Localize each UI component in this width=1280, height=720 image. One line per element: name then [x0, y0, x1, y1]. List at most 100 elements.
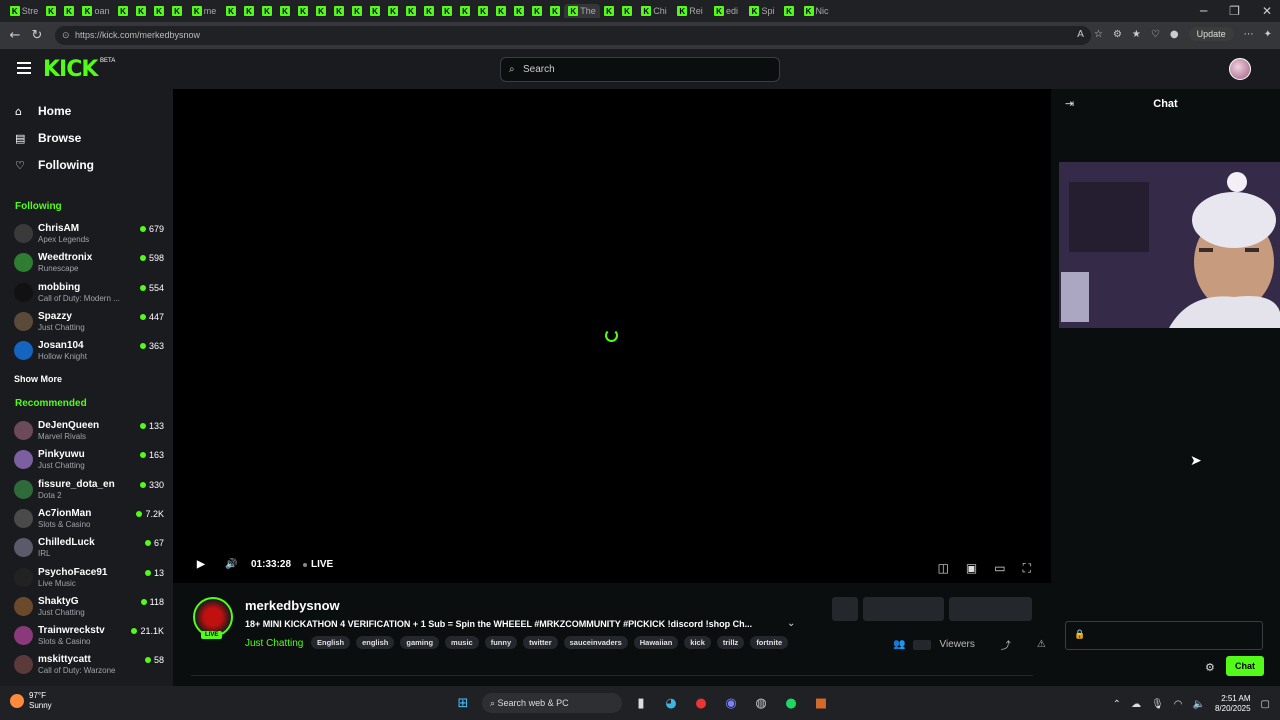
- browser-tab[interactable]: K: [42, 4, 60, 18]
- browser-tab[interactable]: K Rei: [672, 4, 708, 18]
- channel-item[interactable]: ChrisAM Apex Legends 679: [14, 222, 164, 248]
- browser-tab[interactable]: K: [492, 4, 510, 18]
- browser-tab[interactable]: K: [348, 4, 366, 18]
- stream-tag[interactable]: fortnite: [750, 636, 789, 649]
- channel-item[interactable]: Josan104 Hollow Knight 363: [14, 339, 164, 365]
- browser-tab[interactable]: Kedi: [708, 4, 744, 18]
- browser-tab[interactable]: K: [132, 4, 150, 18]
- search-input[interactable]: ⌕ Search: [500, 57, 780, 82]
- browser-tab[interactable]: K: [114, 4, 132, 18]
- maximize-icon[interactable]: ❐: [1229, 4, 1240, 18]
- browser-tab[interactable]: K Chi: [636, 4, 672, 18]
- gear-icon[interactable]: ⚙: [1205, 661, 1215, 674]
- browser-tab[interactable]: K: [420, 4, 438, 18]
- game-icon[interactable]: ■: [810, 693, 832, 713]
- stream-category[interactable]: Just Chatting: [245, 638, 303, 649]
- volume-tray-icon[interactable]: 🔈: [1193, 699, 1205, 710]
- update-button[interactable]: Update: [1188, 27, 1234, 41]
- browser-tab[interactable]: K: [438, 4, 456, 18]
- stream-tag[interactable]: music: [445, 636, 479, 649]
- browser-tab[interactable]: K: [474, 4, 492, 18]
- action-button-placeholder[interactable]: [832, 597, 858, 621]
- browser-tab[interactable]: K The: [564, 4, 600, 18]
- browser-tab[interactable]: K Spi: [744, 4, 780, 18]
- browser-tab[interactable]: K: [510, 4, 528, 18]
- clip-icon[interactable]: ▣: [966, 561, 977, 576]
- browser-tab[interactable]: K: [528, 4, 546, 18]
- network-icon[interactable]: ☁: [1131, 699, 1141, 710]
- channel-item[interactable]: Pinkyuwu Just Chatting 163: [14, 448, 164, 474]
- copilot-icon[interactable]: ✦: [1264, 29, 1272, 40]
- browser-tab[interactable]: Koan: [78, 4, 114, 18]
- miniplayer-icon[interactable]: ◫: [938, 561, 949, 576]
- chevron-down-icon[interactable]: ⌄: [787, 618, 795, 629]
- channel-item[interactable]: Spazzy Just Chatting 447: [14, 310, 164, 336]
- play-icon[interactable]: ▶: [197, 559, 205, 570]
- browser-tab[interactable]: K: [276, 4, 294, 18]
- favorites-list-icon[interactable]: ★: [1132, 29, 1141, 40]
- sidebar-item-following[interactable]: ♡ Following: [15, 158, 94, 172]
- subscribe-button-placeholder[interactable]: [949, 597, 1032, 621]
- chat-input[interactable]: 🔒: [1065, 621, 1263, 650]
- browser-tab[interactable]: K: [384, 4, 402, 18]
- minimize-icon[interactable]: ─: [1200, 4, 1207, 18]
- channel-item[interactable]: fissure_dota_en Dota 2 330: [14, 478, 164, 504]
- channel-item[interactable]: PsychoFace91 Live Music 13: [14, 566, 164, 592]
- chat-send-button[interactable]: Chat: [1226, 656, 1264, 676]
- wifi-icon[interactable]: ◠: [1174, 699, 1183, 710]
- follow-button-placeholder[interactable]: [863, 597, 944, 621]
- task-view-icon[interactable]: ▮: [630, 693, 652, 713]
- chevron-up-icon[interactable]: ⌃: [1113, 699, 1121, 710]
- channel-item[interactable]: mobbing Call of Duty: Modern ... 554: [14, 281, 164, 307]
- browser-tab[interactable]: K: [258, 4, 276, 18]
- video-player[interactable]: ▶ 🔊 01:33:28 LIVE ◫ ▣ ▭ ⛶: [173, 89, 1051, 583]
- more-icon[interactable]: ⋯: [1244, 29, 1254, 40]
- stream-tag[interactable]: English: [311, 636, 351, 649]
- browser-tab[interactable]: K: [780, 4, 798, 18]
- mic-icon[interactable]: 🎙: [1151, 699, 1164, 710]
- channel-item[interactable]: DeJenQueen Marvel Rivals 133: [14, 419, 164, 445]
- read-aloud-icon[interactable]: A: [1077, 29, 1084, 40]
- steam-icon[interactable]: ◍: [750, 693, 772, 713]
- back-icon[interactable]: ←: [4, 28, 26, 43]
- spotify-icon[interactable]: ●: [780, 693, 802, 713]
- menu-icon[interactable]: [17, 62, 31, 74]
- clock[interactable]: 2:51 AM 8/20/2025: [1215, 694, 1251, 714]
- close-icon[interactable]: ✕: [1262, 4, 1272, 18]
- stream-tag[interactable]: gaming: [400, 636, 440, 649]
- browser-tab[interactable]: K: [168, 4, 186, 18]
- extensions-icon[interactable]: ⚙: [1113, 29, 1122, 40]
- sidebar-item-home[interactable]: ⌂ Home: [15, 104, 71, 118]
- browser-tab[interactable]: K: [618, 4, 636, 18]
- stream-tag[interactable]: Hawaiian: [633, 636, 679, 649]
- channel-item[interactable]: ChilledLuck IRL 67: [14, 536, 164, 562]
- browser-tab[interactable]: K: [312, 4, 330, 18]
- profile-icon[interactable]: ●: [1170, 29, 1179, 40]
- browser-tab[interactable]: Kme: [186, 4, 222, 18]
- site-info-icon[interactable]: ⊙: [62, 26, 70, 45]
- reload-icon[interactable]: ↻: [26, 28, 48, 43]
- browser-tab[interactable]: K: [60, 4, 78, 18]
- weather-widget[interactable]: 97°F Sunny: [10, 691, 52, 711]
- browser-tab[interactable]: K: [294, 4, 312, 18]
- browser-tab[interactable]: K: [546, 4, 564, 18]
- browser-tab[interactable]: K: [600, 4, 618, 18]
- streamer-name[interactable]: merkedbysnow: [245, 598, 340, 613]
- app-icon[interactable]: ●: [690, 693, 712, 713]
- volume-icon[interactable]: 🔊: [225, 559, 237, 570]
- browser-tab[interactable]: K: [222, 4, 240, 18]
- browser-tab[interactable]: K Stre: [6, 4, 42, 18]
- channel-item[interactable]: Weedtronix Runescape 598: [14, 251, 164, 277]
- theater-mode-icon[interactable]: ▭: [994, 561, 1005, 576]
- user-avatar[interactable]: [1229, 58, 1251, 80]
- browser-tab[interactable]: K: [330, 4, 348, 18]
- discord-icon[interactable]: ◉: [720, 693, 742, 713]
- share-icon[interactable]: ⤴: [1001, 637, 1011, 652]
- show-more-link[interactable]: Show More: [14, 374, 62, 384]
- channel-item[interactable]: ShaktyG Just Chatting 118: [14, 595, 164, 621]
- report-icon[interactable]: ⚠: [1037, 639, 1046, 650]
- browser-essentials-icon[interactable]: ♡: [1151, 29, 1160, 40]
- browser-tab[interactable]: K: [240, 4, 258, 18]
- fullscreen-icon[interactable]: ⛶: [1023, 561, 1031, 576]
- browser-tab[interactable]: K: [150, 4, 168, 18]
